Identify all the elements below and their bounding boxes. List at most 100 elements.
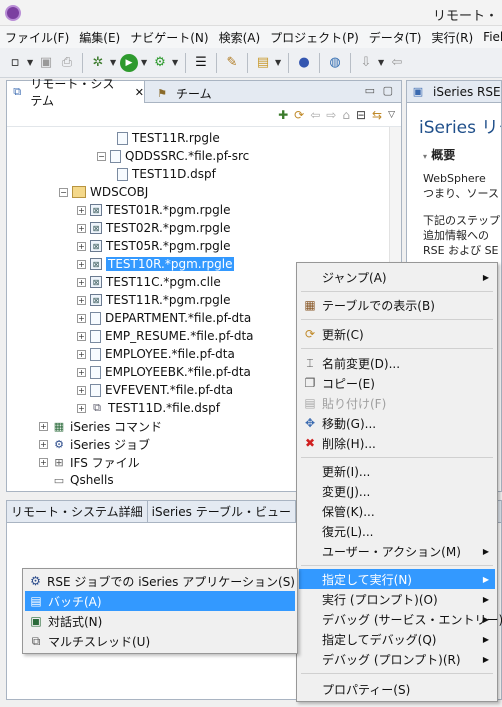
debug-icon[interactable]: ✲ bbox=[89, 54, 107, 72]
navigate-icon[interactable]: ⇩ bbox=[357, 54, 375, 72]
globe-icon[interactable]: ● bbox=[295, 54, 313, 72]
menu-item-run-prompt[interactable]: 実行 (プロンプト)(O) ▶ bbox=[299, 589, 495, 609]
expand-icon[interactable]: + bbox=[77, 205, 86, 215]
open-folder-dropdown-icon[interactable]: ▼ bbox=[275, 58, 282, 67]
menu-data[interactable]: データ(T) bbox=[364, 29, 427, 46]
tree-item[interactable]: + ⧉ TEST11D.*file.dspf bbox=[77, 399, 220, 417]
close-icon[interactable]: ✕ bbox=[135, 86, 144, 99]
menu-item-refresh[interactable]: ⟳ 更新(C) bbox=[299, 324, 495, 344]
menu-item-debug-service-entry[interactable]: デバッグ (サービス・エントリー)(P) ▶ bbox=[299, 609, 502, 629]
tree-item[interactable]: − QDDSSRC.*file.pf-src bbox=[97, 147, 249, 165]
menu-navigate[interactable]: ナビゲート(N) bbox=[125, 29, 213, 46]
menu-item-move[interactable]: ✥ 移動(G)... bbox=[299, 413, 495, 433]
expand-icon[interactable]: + bbox=[77, 259, 86, 269]
tab-remote-system-details[interactable]: リモート・システム詳細 bbox=[7, 501, 148, 522]
tab-team[interactable]: ⚑ チーム bbox=[149, 83, 218, 103]
refresh-icon[interactable]: ⟳ bbox=[294, 108, 304, 122]
submenu-item-multithread[interactable]: ⧉ マルチスレッド(U) bbox=[25, 631, 295, 651]
menu-item-change[interactable]: 変更(J)... bbox=[299, 481, 495, 501]
menu-item-jump[interactable]: ジャンプ(A) ▶ bbox=[299, 267, 495, 287]
external-tools-dropdown-icon[interactable]: ▼ bbox=[172, 58, 179, 67]
menu-item-update[interactable]: 更新(I)... bbox=[299, 461, 495, 481]
menu-item-debug-as[interactable]: 指定してデバッグ(Q) ▶ bbox=[299, 629, 495, 649]
tree-item[interactable]: + ⊠ TEST02R.*pgm.rpgle bbox=[77, 219, 230, 237]
expand-icon[interactable]: + bbox=[39, 439, 48, 449]
expand-icon[interactable]: + bbox=[39, 421, 48, 431]
run-icon[interactable]: ▶ bbox=[120, 53, 138, 72]
menu-edit[interactable]: 編集(E) bbox=[74, 29, 125, 46]
new-icon[interactable]: ▫ bbox=[6, 54, 24, 72]
link-with-editor-icon[interactable]: ⇆ bbox=[372, 108, 382, 122]
tree-item-selected[interactable]: + ⊠ TEST10R.*pgm.rpgle bbox=[77, 255, 235, 273]
menu-item-debug-prompt[interactable]: デバッグ (プロンプト)(R) ▶ bbox=[299, 649, 495, 669]
collapse-icon[interactable]: − bbox=[59, 187, 68, 197]
new-dropdown-icon[interactable]: ▼ bbox=[27, 58, 34, 67]
menu-item-copy[interactable]: ❐ コピー(E) bbox=[299, 373, 495, 393]
expand-icon[interactable]: + bbox=[77, 295, 86, 305]
menu-run[interactable]: 実行(R) bbox=[426, 29, 478, 46]
menu-item-properties[interactable]: プロパティー(S) bbox=[299, 679, 495, 699]
search-globe-icon[interactable]: ◍ bbox=[326, 54, 344, 72]
expand-icon[interactable]: + bbox=[77, 313, 86, 323]
maximize-icon[interactable]: ▢ bbox=[383, 84, 393, 97]
tree-item[interactable]: + EVFEVENT.*file.pf-dta bbox=[77, 381, 233, 399]
tree-item[interactable]: + DEPARTMENT.*file.pf-dta bbox=[77, 309, 251, 327]
tree-item[interactable]: ▭ Qshells bbox=[52, 471, 114, 489]
tree-item[interactable]: + EMP_RESUME.*file.pf-dta bbox=[77, 327, 254, 345]
back-icon[interactable]: ⇦ bbox=[388, 54, 406, 72]
wizard-icon[interactable]: ✎ bbox=[223, 54, 241, 72]
tab-iseries-table-view[interactable]: iSeries テーブル・ビュー bbox=[148, 501, 296, 522]
collapse-icon[interactable]: − bbox=[97, 151, 106, 161]
new-connection-icon[interactable]: ✚ bbox=[278, 108, 288, 122]
forward-arrow-icon[interactable]: ⇨ bbox=[326, 108, 336, 122]
tab-remote-systems[interactable]: ⧉ リモート・システム ✕ bbox=[7, 77, 145, 108]
run-dropdown-icon[interactable]: ▼ bbox=[141, 58, 148, 67]
expand-icon[interactable]: + bbox=[77, 367, 86, 377]
menu-item-run-as[interactable]: 指定して実行(N) ▶ bbox=[299, 569, 495, 589]
menu-item-show-in-table[interactable]: ▦ テーブルでの表示(B) bbox=[299, 295, 495, 315]
tree-item[interactable]: TEST11D.dspf bbox=[117, 165, 216, 183]
back-arrow-icon[interactable]: ⇦ bbox=[310, 108, 320, 122]
tree-item[interactable]: + ⊠ TEST11R.*pgm.rpgle bbox=[77, 291, 230, 309]
expand-icon[interactable]: + bbox=[77, 241, 86, 251]
debug-dropdown-icon[interactable]: ▼ bbox=[110, 58, 117, 67]
menu-item-paste[interactable]: ▤ 貼り付け(F) bbox=[299, 393, 495, 413]
tree-item[interactable]: + ⊠ TEST05R.*pgm.rpgle bbox=[77, 237, 230, 255]
tree-item[interactable]: + ⊞ IFS ファイル bbox=[39, 453, 140, 471]
menu-item-rename[interactable]: ⌶ 名前変更(D)... bbox=[299, 353, 495, 373]
menu-search[interactable]: 検索(A) bbox=[214, 29, 266, 46]
collapse-all-icon[interactable]: ⊟ bbox=[356, 108, 366, 122]
submenu-item-rse-job-app[interactable]: ⚙ RSE ジョブでの iSeries アプリケーション(S) bbox=[25, 571, 295, 591]
expand-icon[interactable]: + bbox=[77, 403, 86, 413]
tree-item[interactable]: − WDSCOBJ bbox=[59, 183, 148, 201]
tree-item[interactable]: + ⚙ iSeries ジョブ bbox=[39, 435, 150, 453]
expand-icon[interactable]: + bbox=[77, 385, 86, 395]
tree-item[interactable]: TEST11R.rpgle bbox=[117, 129, 220, 147]
print-icon[interactable]: ⎙ bbox=[58, 54, 76, 72]
tree-item[interactable]: + ⊠ TEST01R.*pgm.rpgle bbox=[77, 201, 230, 219]
task-list-icon[interactable]: ☰ bbox=[192, 54, 210, 72]
menu-fieldas[interactable]: FieldAs bbox=[478, 30, 502, 44]
expand-icon[interactable]: + bbox=[77, 331, 86, 341]
tree-item[interactable]: + EMPLOYEE.*file.pf-dta bbox=[77, 345, 235, 363]
menu-file[interactable]: ファイル(F) bbox=[0, 29, 74, 46]
menu-item-save[interactable]: 保管(K)... bbox=[299, 501, 495, 521]
menu-item-delete[interactable]: ✖ 削除(H)... bbox=[299, 433, 495, 453]
submenu-item-interactive[interactable]: ▣ 対話式(N) bbox=[25, 611, 295, 631]
tree-item[interactable]: + ⊠ TEST11C.*pgm.clle bbox=[77, 273, 221, 291]
submenu-item-batch[interactable]: ▤ バッチ(A) bbox=[25, 591, 295, 611]
minimize-icon[interactable]: ▭ bbox=[365, 84, 375, 97]
expand-icon[interactable]: + bbox=[77, 349, 86, 359]
menu-item-restore[interactable]: 復元(L)... bbox=[299, 521, 495, 541]
home-icon[interactable]: ⌂ bbox=[342, 108, 350, 122]
tree-item[interactable]: + EMPLOYEEBK.*file.pf-dta bbox=[77, 363, 251, 381]
save-icon[interactable]: ▣ bbox=[37, 54, 55, 72]
open-folder-icon[interactable]: ▤ bbox=[254, 54, 272, 72]
expand-icon[interactable]: + bbox=[77, 223, 86, 233]
tree-item[interactable]: + ▦ iSeries コマンド bbox=[39, 417, 162, 435]
navigate-dropdown-icon[interactable]: ▼ bbox=[378, 58, 385, 67]
external-tools-icon[interactable]: ⚙ bbox=[151, 54, 169, 72]
expand-icon[interactable]: + bbox=[39, 457, 48, 467]
expand-icon[interactable]: + bbox=[77, 277, 86, 287]
menu-project[interactable]: プロジェクト(P) bbox=[265, 29, 364, 46]
